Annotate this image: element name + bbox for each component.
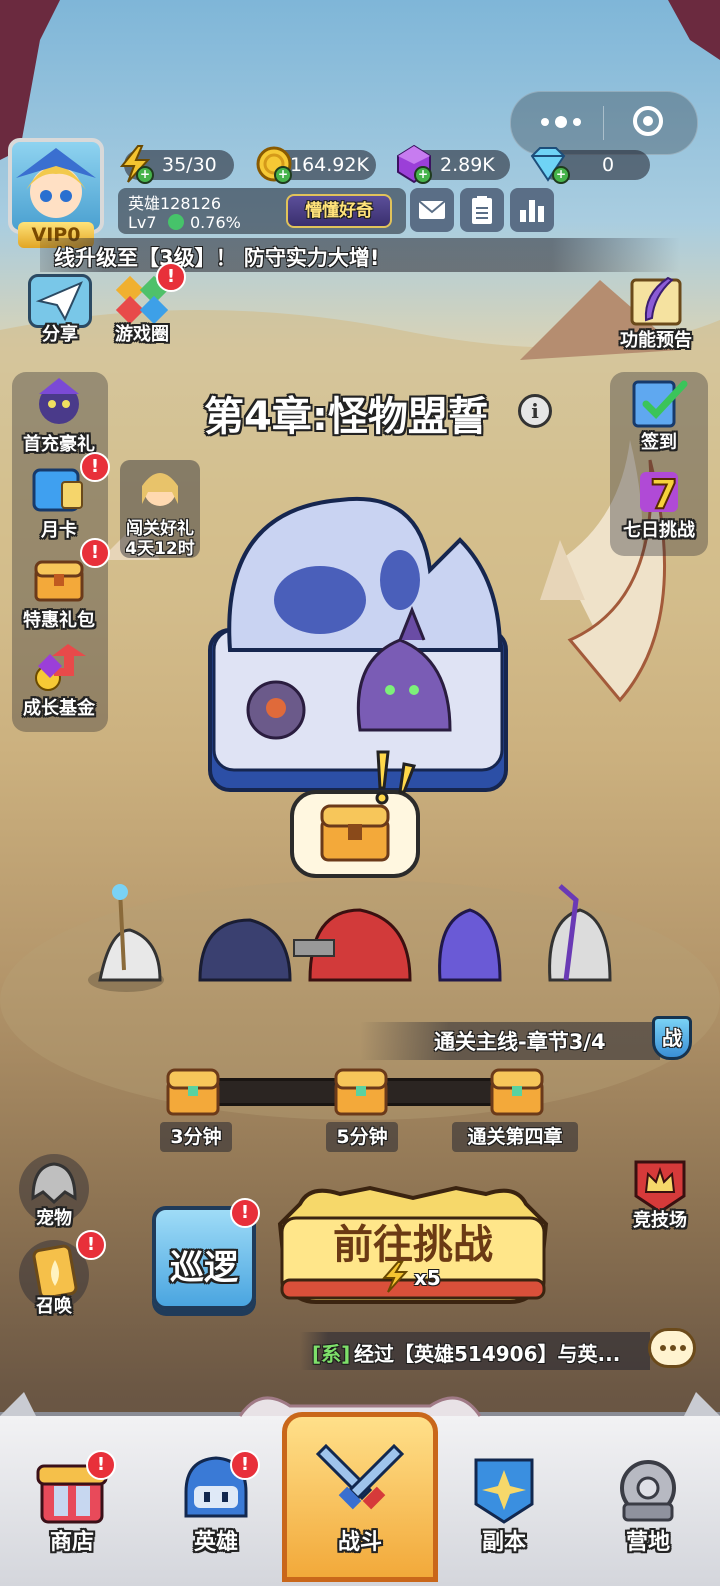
milestone-label: 通关第四章 [452, 1122, 578, 1152]
nav-tab-camp[interactable]: 营地 [576, 1412, 720, 1582]
more-icon[interactable] [541, 114, 587, 130]
chat-channel-tag: [系] [312, 1342, 351, 1366]
nav-label-camp: 营地 [625, 1530, 670, 1555]
mail-icon [418, 200, 446, 219]
arena-button[interactable]: 竞技场 [626, 1156, 694, 1231]
hero-squad-art [88, 884, 612, 992]
pet-label: 宠物 [36, 1208, 72, 1229]
patrol-alert-badge: ! [230, 1198, 260, 1228]
heroes-alert-badge: ! [230, 1450, 260, 1480]
arena-label: 竞技场 [633, 1210, 687, 1231]
challenge-button[interactable]: 前往挑战 x5 [270, 1184, 556, 1308]
close-target-icon[interactable] [633, 106, 663, 136]
chapter-progress-label: 通关主线-章节3/4 [434, 1030, 606, 1054]
growth-fund-button[interactable]: 成长基金 [23, 638, 95, 719]
knight-portrait-icon [142, 473, 178, 506]
milestone-chest-icon[interactable] [488, 1064, 546, 1118]
quill-scroll-icon [630, 276, 682, 326]
summon-button[interactable]: 召唤 ! [18, 1230, 106, 1317]
summon-alert-badge: ! [76, 1230, 106, 1260]
challenge-label: 前往挑战 [333, 1222, 493, 1268]
month-card-label: 月卡 [41, 520, 77, 541]
feature-preview-label: 功能预告 [620, 330, 692, 351]
feature-preview-button[interactable]: 功能预告 [620, 274, 692, 351]
chapter-stage-art [208, 496, 508, 792]
ranking-button[interactable] [510, 188, 554, 232]
month-card-button[interactable]: 月卡 ! [24, 452, 110, 541]
shop-alert-badge: ! [86, 1450, 116, 1480]
game-scene: VIP0 + 35/30 + 164.92K + 2.89K + 0 英雄128… [0, 0, 720, 1586]
milestone-label: 3分钟 [160, 1122, 232, 1152]
exp-orb-icon [168, 214, 184, 230]
nav-tab-dungeon[interactable]: 副本 [432, 1412, 576, 1582]
player-level: Lv7 [128, 213, 157, 232]
signin-label: 签到 [641, 432, 677, 453]
game-circle-label: 游戏圈 [115, 324, 169, 345]
clear-gift-button[interactable]: 闯关好礼 4天12时 [120, 460, 200, 559]
first-charge-button[interactable]: 首充豪礼 [23, 374, 95, 455]
mail-button[interactable] [410, 188, 454, 232]
special-pack-label: 特惠礼包 [23, 610, 95, 631]
energy-value: 35/30 [162, 154, 217, 176]
game-circle-alert-badge: ! [156, 262, 186, 292]
nav-label-heroes: 英雄 [193, 1530, 238, 1555]
player-exp: 0.76% [190, 213, 241, 232]
patrol-label: 巡逻 [170, 1248, 238, 1288]
nav-tab-shop[interactable]: ! 商店 [0, 1412, 144, 1582]
exclamation-alert-icon [375, 750, 417, 805]
task-list-button[interactable] [460, 188, 504, 232]
chapter-title: 第4章:怪物盟誓 [204, 394, 488, 440]
add-diamonds-icon[interactable]: + [552, 166, 570, 184]
seven-day-button[interactable]: 7 七日挑战 [623, 462, 695, 541]
seven-day-icon: 7 [640, 471, 679, 519]
energy-bolt-icon [381, 1261, 409, 1293]
challenge-cost: x5 [414, 1266, 441, 1290]
growth-fund-label: 成长基金 [23, 698, 95, 719]
dungeon-banner-icon [474, 1458, 534, 1524]
chat-bubble-icon[interactable] [648, 1328, 696, 1368]
chapter-info-icon[interactable]: i [518, 394, 552, 428]
checklist-icon [632, 380, 688, 428]
first-charge-hero-icon [39, 378, 79, 424]
nav-label-battle: 战斗 [337, 1530, 382, 1555]
nav-label-shop: 商店 [49, 1530, 94, 1555]
avatar-portrait-icon [16, 148, 96, 218]
clipboard-icon [472, 196, 492, 224]
clear-gift-timer: 4天12时 [125, 539, 195, 559]
nav-tab-battle[interactable]: 战斗 [282, 1402, 438, 1582]
camp-gear-icon [620, 1460, 676, 1522]
growth-fund-icon [35, 644, 86, 691]
title-badge[interactable]: 懵懂好奇 [286, 194, 392, 228]
gems-value: 2.89K [440, 154, 495, 176]
summon-label: 召唤 [36, 1296, 72, 1317]
add-energy-icon[interactable]: + [136, 166, 154, 184]
milestone-label: 5分钟 [326, 1122, 398, 1152]
special-pack-button[interactable]: 特惠礼包 ! [23, 538, 110, 631]
milestone-chest-icon[interactable] [164, 1064, 222, 1118]
announcement-ticker: 线升级至【3级】！ 防守实力大增! [40, 238, 680, 272]
diamonds-value: 0 [602, 154, 615, 176]
nav-label-dungeon: 副本 [481, 1530, 526, 1555]
battle-shield-icon[interactable]: 战 [652, 1016, 692, 1060]
chat-message-bar[interactable]: [系] 经过【英雄514906】与英... [300, 1332, 650, 1370]
nav-tab-heroes[interactable]: ! 英雄 [144, 1412, 288, 1582]
svg-text:7: 7 [650, 472, 678, 518]
pet-button[interactable]: 宠物 [18, 1154, 90, 1229]
seven-day-label: 七日挑战 [623, 520, 695, 541]
month-card-alert-badge: ! [80, 452, 110, 482]
add-gems-icon[interactable]: + [414, 166, 432, 184]
first-charge-label: 首充豪礼 [23, 434, 95, 455]
game-circle-button[interactable]: 游戏圈 ! [108, 262, 186, 345]
milestone-chest-icon[interactable] [332, 1064, 390, 1118]
player-name: 英雄128126 [128, 194, 222, 213]
crossed-swords-icon [315, 1443, 405, 1510]
ticker-text: 线升级至【3级】！ 防守实力大增! [54, 246, 380, 270]
paper-plane-icon [35, 281, 83, 322]
gold-value: 164.92K [290, 154, 369, 176]
bar-chart-icon [520, 200, 544, 222]
signin-button[interactable]: 签到 [624, 374, 694, 453]
special-pack-alert-badge: ! [80, 538, 110, 568]
player-avatar[interactable] [8, 138, 104, 234]
chat-message-text: 经过【英雄514906】与英... [354, 1342, 621, 1366]
